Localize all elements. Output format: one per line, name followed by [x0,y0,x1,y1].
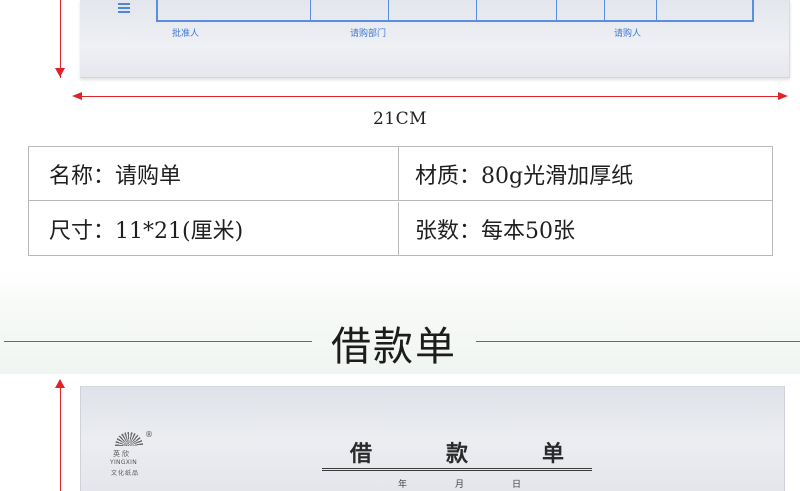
section-title: 借款单 [331,324,457,370]
title-char: 单 [541,441,564,467]
section-divider-right [476,341,800,342]
grid-divider [604,0,605,20]
grid-divider [310,0,311,20]
spec-table: 名称： 请购单 材质： 80g光滑加厚纸 尺寸： 11*21(厘米) 张数： 每… [28,146,773,256]
date-label-day: 日 [512,480,522,490]
logo-latin: YINGXIN [110,459,138,466]
section-divider-left [4,341,312,342]
spec-cell-name: 名称： 请购单 [29,147,399,201]
arrow-left-icon [72,92,82,100]
top-form-photo: 批准人 请购部门 请购人 [0,0,800,88]
purchase-request-form-sheet: 批准人 请购部门 请购人 [80,0,790,78]
logo-name: 英欣 [113,450,131,458]
loan-form-title: 借 款 单 [322,436,592,470]
width-dimension-label: 21CM [372,109,428,129]
date-label-year: 年 [398,480,408,490]
logo-subtitle: 文化纸品 [111,470,140,477]
spec-cell-material: 材质： 80g光滑加厚纸 [399,147,772,201]
height-dimension-line [60,380,61,491]
arrow-up-icon [55,379,65,388]
form-label-department: 请购部门 [350,29,387,39]
registered-mark: ® [145,430,153,439]
spec-key: 名称： [49,164,116,189]
arrow-down-icon [55,68,65,77]
title-double-underline [322,468,592,471]
width-dimension-line [80,96,780,97]
brand-logo: ® 英欣 YINGXIN 文化纸品 [107,430,159,477]
spec-cell-size: 尺寸： 11*21(厘米) [29,202,399,256]
spec-key: 张数： [415,219,482,244]
spec-value: 11*21(厘米) [115,219,244,244]
grid-divider [656,0,657,20]
spec-cell-sheet-count: 张数： 每本50张 [399,202,772,256]
spec-key: 材质： [415,164,482,189]
title-char: 款 [445,441,468,467]
title-char: 借 [350,441,373,467]
table-row: 名称： 请购单 材质： 80g光滑加厚纸 [29,147,772,201]
form-logo-fragment [118,3,132,17]
date-label-month: 月 [455,480,465,490]
form-label-requester: 请购人 [614,29,642,39]
fan-logo-icon [115,432,143,446]
arrow-right-icon [778,92,788,100]
form-label-approver: 批准人 [172,29,200,39]
grid-divider [388,0,389,20]
table-row: 尺寸： 11*21(厘米) 张数： 每本50张 [29,202,772,256]
grid-divider [476,0,477,20]
spec-value: 每本50张 [481,219,576,244]
form-grid [156,0,754,22]
spec-value: 80g光滑加厚纸 [481,164,634,189]
spec-key: 尺寸： [49,219,116,244]
spec-value: 请购单 [115,164,182,189]
grid-divider [556,0,557,20]
height-dimension-line [60,0,61,78]
